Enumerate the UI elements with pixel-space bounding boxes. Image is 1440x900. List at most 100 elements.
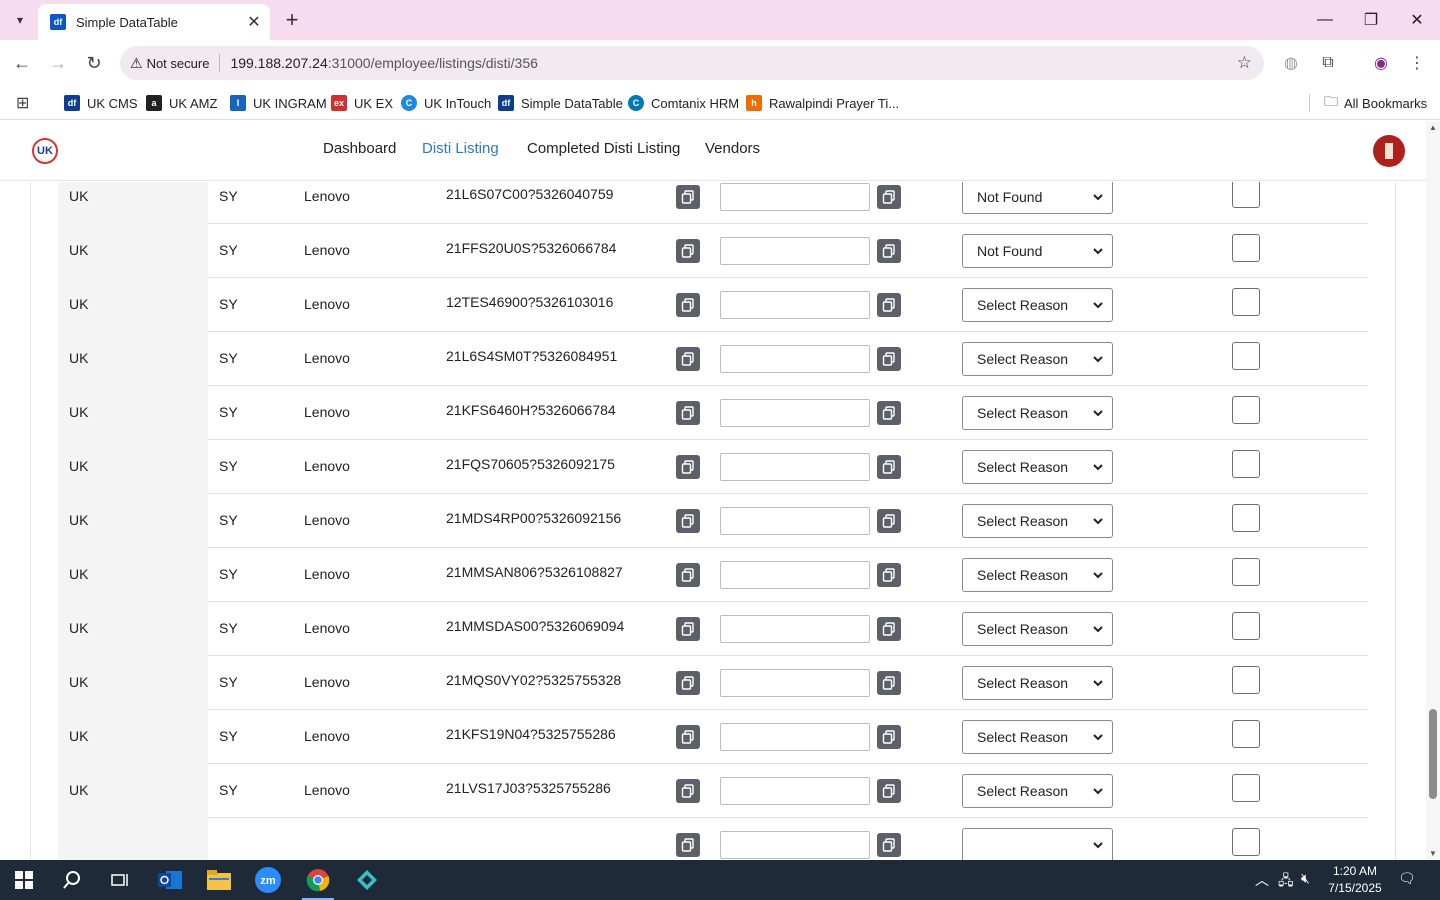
file-explorer-icon[interactable] xyxy=(199,864,239,896)
copy-sku-button[interactable] xyxy=(676,779,700,803)
reason-select[interactable] xyxy=(962,828,1113,860)
bookmark-uk-ingram[interactable]: I UK INGRAM xyxy=(230,92,327,114)
copy-sku-button[interactable] xyxy=(676,617,700,641)
not-secure-label[interactable]: Not secure xyxy=(147,56,210,71)
row-checkbox[interactable] xyxy=(1232,558,1260,586)
copy-sku-button[interactable] xyxy=(676,671,700,695)
forward-icon[interactable]: → xyxy=(46,51,70,75)
scroll-up-icon[interactable]: ▲ xyxy=(1429,123,1437,132)
task-view-icon[interactable] xyxy=(100,864,140,896)
reason-select[interactable]: Not Found xyxy=(962,182,1113,214)
copy-sku-button[interactable] xyxy=(676,239,700,263)
copy-sku-button[interactable] xyxy=(676,455,700,479)
bookmark-uk-cms[interactable]: df UK CMS xyxy=(64,92,138,114)
reason-select[interactable]: Select Reason xyxy=(962,774,1113,808)
disti-input[interactable] xyxy=(720,723,870,751)
site-logo[interactable]: UK xyxy=(32,138,58,164)
outlook-icon[interactable] xyxy=(150,864,190,896)
user-avatar[interactable] xyxy=(1373,135,1405,167)
copy-input-button[interactable] xyxy=(877,671,901,695)
disti-input[interactable] xyxy=(720,507,870,535)
notifications-icon[interactable]: 🗨︎ xyxy=(1398,870,1416,887)
copy-input-button[interactable] xyxy=(877,779,901,803)
close-tab-icon[interactable]: ✕ xyxy=(244,12,264,32)
row-checkbox[interactable] xyxy=(1232,450,1260,478)
copy-input-button[interactable] xyxy=(877,455,901,479)
search-icon[interactable] xyxy=(52,864,92,896)
volume-muted-icon[interactable]: 🔇︎ xyxy=(1301,870,1310,887)
row-checkbox[interactable] xyxy=(1232,342,1260,370)
disti-input[interactable] xyxy=(720,345,870,373)
disti-input[interactable] xyxy=(720,453,870,481)
disti-input[interactable] xyxy=(720,615,870,643)
scrollbar-thumb[interactable] xyxy=(1429,709,1437,799)
disti-input[interactable] xyxy=(720,777,870,805)
disti-input[interactable] xyxy=(720,399,870,427)
copy-sku-button[interactable] xyxy=(676,563,700,587)
reason-select[interactable]: Select Reason xyxy=(962,558,1113,592)
copy-sku-button[interactable] xyxy=(676,347,700,371)
copy-input-button[interactable] xyxy=(877,509,901,533)
copy-input-button[interactable] xyxy=(877,401,901,425)
reason-select[interactable]: Select Reason xyxy=(962,450,1113,484)
row-checkbox[interactable] xyxy=(1232,720,1260,748)
disti-input[interactable] xyxy=(720,291,870,319)
chrome-icon[interactable] xyxy=(298,864,338,900)
row-checkbox[interactable] xyxy=(1232,182,1260,208)
close-window-icon[interactable]: ✕ xyxy=(1394,0,1440,40)
restore-icon[interactable]: ❐ xyxy=(1348,0,1394,40)
copy-sku-button[interactable] xyxy=(676,293,700,317)
translate-icon[interactable]: ◍ xyxy=(1280,52,1302,74)
nav-disti-listing[interactable]: Disti Listing xyxy=(422,140,499,157)
reason-select[interactable]: Select Reason xyxy=(962,666,1113,700)
copy-input-button[interactable] xyxy=(877,293,901,317)
copy-sku-button[interactable] xyxy=(676,833,700,857)
url-text[interactable]: 199.188.207.24:31000/employee/listings/d… xyxy=(230,55,537,71)
copy-sku-button[interactable] xyxy=(676,185,700,209)
bookmark-simple-datatable[interactable]: df Simple DataTable xyxy=(498,92,623,114)
row-checkbox[interactable] xyxy=(1232,774,1260,802)
bookmark-rawalpindi-prayer[interactable]: h Rawalpindi Prayer Ti... xyxy=(746,92,899,114)
address-bar[interactable]: ⚠ Not secure 199.188.207.24:31000/employ… xyxy=(120,46,1264,80)
bookmark-uk-intouch[interactable]: C UK InTouch xyxy=(401,92,491,114)
copy-input-button[interactable] xyxy=(877,617,901,641)
network-icon[interactable]: 🖧 xyxy=(1278,870,1294,894)
copy-sku-button[interactable] xyxy=(676,725,700,749)
nav-dashboard[interactable]: Dashboard xyxy=(323,140,396,157)
browser-tab[interactable]: df Simple DataTable ✕ xyxy=(38,4,270,40)
reason-select[interactable]: Select Reason xyxy=(962,288,1113,322)
bookmark-uk-ex[interactable]: ex UK EX xyxy=(331,92,393,114)
row-checkbox[interactable] xyxy=(1232,288,1260,316)
taskbar-clock[interactable]: 1:20 AM 7/15/2025 xyxy=(1320,863,1390,897)
copy-input-button[interactable] xyxy=(877,239,901,263)
copy-input-button[interactable] xyxy=(877,725,901,749)
start-icon[interactable] xyxy=(4,864,44,896)
page-scrollbar[interactable]: ▲ ▼ xyxy=(1426,121,1440,860)
copy-sku-button[interactable] xyxy=(676,401,700,425)
zoom-icon[interactable]: zm xyxy=(248,864,288,896)
extensions-icon[interactable]: ⧉ xyxy=(1317,52,1339,74)
back-icon[interactable]: ← xyxy=(10,51,34,75)
row-checkbox[interactable] xyxy=(1232,504,1260,532)
bookmark-comtanix-hrm[interactable]: C Comtanix HRM xyxy=(628,92,739,114)
disti-input[interactable] xyxy=(720,561,870,589)
reason-select[interactable]: Not Found xyxy=(962,234,1113,268)
row-checkbox[interactable] xyxy=(1232,234,1260,262)
copy-input-button[interactable] xyxy=(877,347,901,371)
reason-select[interactable]: Select Reason xyxy=(962,396,1113,430)
copy-input-button[interactable] xyxy=(877,563,901,587)
nav-completed-disti-listing[interactable]: Completed Disti Listing xyxy=(527,140,680,157)
app-diamond-icon[interactable] xyxy=(347,864,387,896)
tab-search-icon[interactable]: ▾ xyxy=(8,8,32,32)
copy-input-button[interactable] xyxy=(877,185,901,209)
disti-input[interactable] xyxy=(720,669,870,697)
reason-select[interactable]: Select Reason xyxy=(962,612,1113,646)
bookmark-uk-amz[interactable]: a UK AMZ xyxy=(146,92,217,114)
row-checkbox[interactable] xyxy=(1232,396,1260,424)
reason-select[interactable]: Select Reason xyxy=(962,720,1113,754)
minimize-icon[interactable]: — xyxy=(1302,0,1348,40)
reload-icon[interactable]: ↻ xyxy=(82,51,106,75)
nav-vendors[interactable]: Vendors xyxy=(705,140,760,157)
reason-select[interactable]: Select Reason xyxy=(962,342,1113,376)
row-checkbox[interactable] xyxy=(1232,666,1260,694)
